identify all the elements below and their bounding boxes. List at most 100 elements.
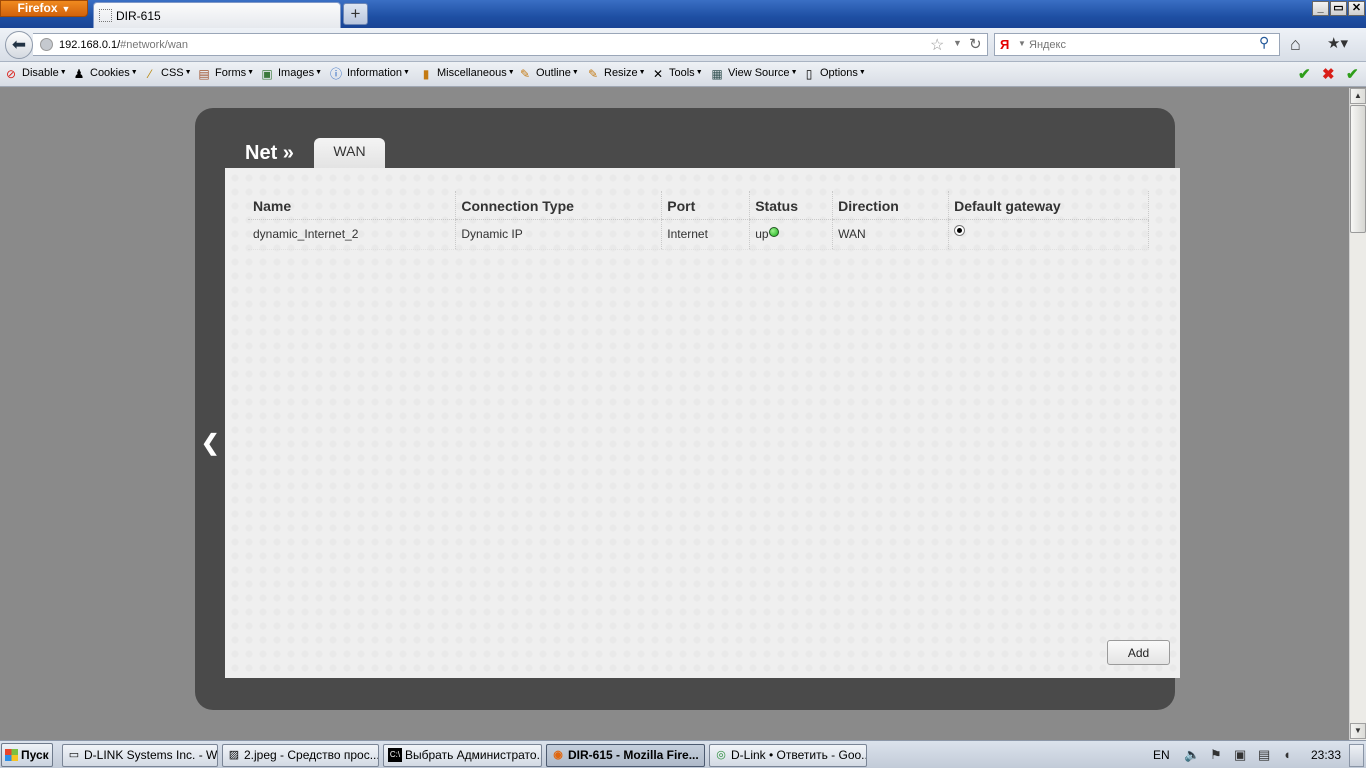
url-text[interactable]: 192.168.0.1/#network/wan [59, 39, 188, 51]
history-dropdown-icon[interactable]: ▼ [953, 38, 962, 48]
taskbar-item-dlink-explorer[interactable]: ▭ D-LINK Systems Inc. - W... [62, 744, 218, 767]
column-header-connection-type[interactable]: Connection Type [455, 191, 662, 220]
devtool-outline[interactable]: ✎ Outline▼ [518, 67, 579, 81]
taskbar-item-image-viewer[interactable]: ▨ 2.jpeg - Средство прос... [222, 744, 379, 767]
resize-icon: ✎ [587, 67, 599, 81]
cell-direction[interactable]: WAN [832, 219, 949, 250]
scroll-down-icon[interactable]: ▼ [1350, 723, 1366, 739]
status-indicator-icon [768, 227, 779, 237]
scroll-thumb[interactable] [1350, 105, 1366, 233]
devtool-cookies[interactable]: ♟ Cookies▼ [72, 67, 138, 81]
clock[interactable]: 23:33 [1311, 748, 1341, 762]
devtool-label: Options [820, 67, 858, 79]
volume-icon[interactable]: 🔈 [1184, 747, 1200, 763]
image-viewer-icon: ▨ [228, 749, 240, 761]
url-bar[interactable]: 192.168.0.1/#network/wan ☆ ▼ ↻ [33, 33, 988, 56]
restore-button[interactable]: ▭ [1330, 1, 1347, 16]
taskbar-item-firefox[interactable]: ◉ DIR-615 - Mozilla Fire... [546, 744, 705, 767]
device-icon[interactable]: ▣ [1234, 747, 1246, 763]
chevron-down-icon: ▼ [571, 69, 579, 76]
default-gateway-radio[interactable] [954, 224, 966, 236]
devtool-images[interactable]: ▣ Images▼ [260, 67, 322, 81]
back-button[interactable]: ⬅ [5, 31, 33, 59]
start-button[interactable]: Пуск [1, 743, 53, 767]
devtool-miscellaneous[interactable]: ▮ Miscellaneous▼ [419, 67, 515, 81]
scroll-up-icon[interactable]: ▲ [1350, 88, 1366, 104]
site-identity-icon[interactable] [40, 38, 53, 51]
devtool-label: Information [347, 67, 403, 79]
windows-logo-icon [5, 749, 18, 761]
bookmarks-menu-icon[interactable]: ★▾ [1327, 34, 1348, 52]
column-header-default-gateway[interactable]: Default gateway [948, 191, 1149, 220]
devtool-disable[interactable]: ⊘ Disable▼ [4, 67, 67, 81]
devtool-tools[interactable]: ✕ Tools▼ [651, 67, 703, 81]
column-header-direction[interactable]: Direction [832, 191, 949, 220]
cell-name[interactable]: dynamic_Internet_2 [248, 219, 456, 250]
home-icon[interactable]: ⌂ [1290, 34, 1301, 55]
taskbar-item-cmd[interactable]: C:\ Выбрать Администрато... [383, 744, 542, 767]
devtool-view-source[interactable]: ▦ View Source▼ [710, 67, 797, 81]
disable-icon: ⊘ [5, 67, 17, 81]
devtool-forms[interactable]: ▤ Forms▼ [197, 67, 254, 81]
chevron-down-icon: ▼ [130, 69, 138, 76]
devtool-information[interactable]: ⓘ Information▼ [329, 67, 410, 81]
js-valid-check-icon[interactable]: ✔ [1346, 65, 1359, 83]
devtool-label: Images [278, 67, 315, 79]
devtool-css[interactable]: ⁄ CSS▼ [143, 67, 192, 81]
search-input[interactable] [1029, 37, 1249, 52]
devtool-label: Outline [536, 67, 571, 79]
flag-icon[interactable]: ⚑ [1210, 747, 1222, 763]
vertical-scrollbar[interactable]: ▲ ▼ [1349, 88, 1366, 740]
search-engine-dropdown-icon[interactable]: ▼ [1018, 39, 1026, 48]
yandex-icon[interactable]: Я [1000, 37, 1014, 52]
devtool-resize[interactable]: ✎ Resize▼ [586, 67, 646, 81]
column-header-name[interactable]: Name [248, 191, 456, 220]
url-path: #network/wan [120, 39, 189, 51]
taskbar-item-chrome[interactable]: ◎ D-Link • Ответить - Goo... [709, 744, 867, 767]
table-header-row: Name Connection Type Port Status Directi… [248, 191, 1149, 220]
explorer-window-icon: ▭ [68, 749, 80, 761]
table-row[interactable]: dynamic_Internet_2 Dynamic IP Internet u… [248, 219, 1149, 250]
devtool-options[interactable]: ▯ Options▼ [802, 67, 866, 81]
column-header-status[interactable]: Status [749, 191, 833, 220]
chevron-down-icon: ▼ [59, 69, 67, 76]
start-label: Пуск [21, 748, 49, 762]
column-header-port[interactable]: Port [661, 191, 750, 220]
chevron-down-icon: ▼ [858, 69, 866, 76]
reload-icon[interactable]: ↻ [969, 35, 982, 53]
network-icon[interactable]: ▤ [1258, 747, 1270, 763]
firefox-menu-button[interactable]: Firefox ▼ [0, 0, 88, 17]
browser-tab[interactable]: DIR-615 [93, 2, 341, 28]
cell-connection-type[interactable]: Dynamic IP [455, 219, 662, 250]
language-indicator[interactable]: EN [1153, 748, 1170, 762]
minimize-button[interactable]: _ [1312, 1, 1329, 16]
add-button[interactable]: Add [1107, 640, 1170, 665]
close-window-button[interactable]: ✕ [1348, 1, 1365, 16]
miscellaneous-icon: ▮ [422, 67, 430, 81]
page-favicon-icon [99, 9, 112, 22]
wan-panel: Name Connection Type Port Status Directi… [225, 168, 1180, 678]
error-icon[interactable]: ✖ [1322, 65, 1335, 83]
bookmark-star-icon[interactable]: ☆ [930, 35, 944, 55]
chevron-down-icon: ▼ [403, 69, 410, 76]
cell-default-gateway[interactable] [948, 219, 1149, 250]
search-icon[interactable]: ⚲ [1259, 34, 1269, 51]
taskbar-item-label: D-LINK Systems Inc. - W... [84, 748, 218, 762]
show-desktop-button[interactable] [1349, 744, 1364, 767]
new-tab-button[interactable]: + [343, 3, 368, 25]
taskbar-item-label: 2.jpeg - Средство прос... [244, 748, 379, 762]
speaker-icon[interactable]: ◖ [1283, 747, 1291, 762]
tab-wan[interactable]: WAN [314, 138, 385, 170]
back-arrow-icon[interactable]: ❮ [201, 430, 219, 456]
taskbar-item-label: Выбрать Администрато... [405, 748, 542, 762]
firefox-icon: ◉ [553, 749, 563, 761]
url-host: 192.168.0.1/ [59, 39, 121, 51]
search-bar[interactable]: Я ▼ ⚲ [994, 33, 1280, 56]
chevron-down-icon: ▼ [507, 69, 515, 76]
css-valid-check-icon[interactable]: ✔ [1298, 65, 1311, 83]
cell-status[interactable]: up [749, 219, 833, 250]
cell-port[interactable]: Internet [661, 219, 750, 250]
windows-taskbar: Пуск ▭ D-LINK Systems Inc. - W... ▨ 2.jpeg… [0, 740, 1366, 768]
view-source-icon: ▦ [711, 67, 723, 81]
title-bar: Firefox ▼ DIR-615 + _ ▭ ✕ [0, 0, 1366, 28]
